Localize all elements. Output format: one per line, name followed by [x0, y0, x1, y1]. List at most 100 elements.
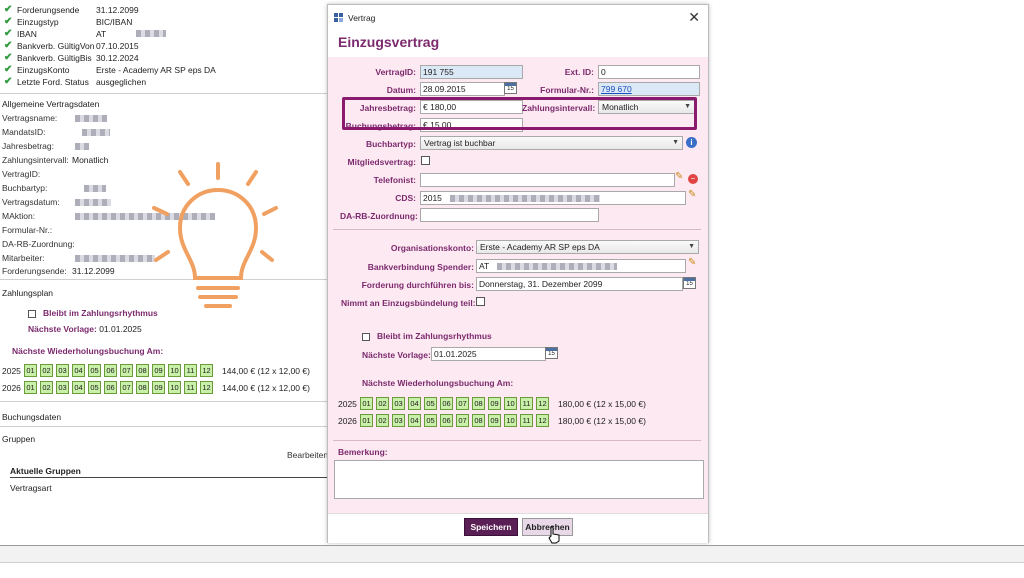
next-template-field[interactable]: 01.01.2025: [431, 347, 546, 361]
divider: [10, 477, 330, 478]
orgkonto-select[interactable]: Erste - Academy AR SP eps DA ▼: [476, 240, 699, 254]
dlg-plan-month-cell[interactable]: 12: [536, 414, 549, 427]
save-button[interactable]: Speichern: [464, 518, 518, 536]
keep-rhythm-checkbox[interactable]: [28, 309, 36, 318]
plan-month-cell[interactable]: 09: [152, 381, 165, 394]
plan-month-cell[interactable]: 04: [72, 381, 85, 394]
dlg-plan-month-cell[interactable]: 03: [392, 414, 405, 427]
dlg-plan-month-cell[interactable]: 07: [456, 397, 469, 410]
plan-month-cell[interactable]: 05: [88, 381, 101, 394]
dlg-plan-year: 2025: [338, 398, 357, 409]
divider: [0, 426, 330, 427]
plan-month-cell[interactable]: 09: [152, 364, 165, 377]
dlg-plan-month-cell[interactable]: 07: [456, 414, 469, 427]
info-icon[interactable]: i: [686, 137, 697, 148]
plan-month-cell[interactable]: 01: [24, 364, 37, 377]
orgkonto-label: Organisationskonto:: [390, 243, 474, 253]
dlg-plan-month-cell[interactable]: 04: [408, 397, 421, 410]
dlg-plan-month-cell[interactable]: 01: [360, 397, 373, 410]
dlg-plan-month-cell[interactable]: 12: [536, 397, 549, 410]
buendelung-label: Nimmt an Einzugsbündelung teil:: [341, 298, 476, 308]
plan-month-cell[interactable]: 08: [136, 381, 149, 394]
cds-field[interactable]: 2015: [420, 191, 686, 205]
dlg-plan-month-cell[interactable]: 02: [376, 414, 389, 427]
buendelung-checkbox[interactable]: [476, 297, 485, 306]
dlg-plan-month-cell[interactable]: 03: [392, 397, 405, 410]
redacted-value: [75, 199, 111, 207]
dlg-plan-month-cell[interactable]: 06: [440, 397, 453, 410]
redacted-value: [75, 143, 89, 151]
dlg-plan-month-cell[interactable]: 04: [408, 414, 421, 427]
forderung-field[interactable]: Donnerstag, 31. Dezember 2099: [476, 277, 683, 291]
plan-month-cell[interactable]: 06: [104, 381, 117, 394]
buchbartyp-label: Buchbartyp:: [365, 139, 416, 149]
dlg-plan-month-cell[interactable]: 08: [472, 397, 485, 410]
plan-month-cell[interactable]: 07: [120, 381, 133, 394]
pencil-icon[interactable]: ✎: [688, 189, 696, 200]
plan-month-cell[interactable]: 12: [200, 364, 213, 377]
remark-textarea[interactable]: [334, 460, 704, 499]
plan-month-cell[interactable]: 02: [40, 381, 53, 394]
remove-icon[interactable]: −: [688, 174, 698, 184]
plan-month-cell[interactable]: 08: [136, 364, 149, 377]
dlg-plan-month-cell[interactable]: 09: [488, 397, 501, 410]
contract-type-label: Vertragsart: [10, 483, 52, 493]
vertragid-field[interactable]: 191 755: [420, 65, 523, 79]
mitglied-checkbox[interactable]: [421, 156, 430, 165]
plan-row: 2025 01 02 03 04 05 06 07 08 09 10 11 12 144,00 € (12…: [2, 364, 310, 377]
redacted-value: [84, 185, 106, 193]
dlg-plan-month-cell[interactable]: 10: [504, 397, 517, 410]
keep-rhythm-checkbox[interactable]: [362, 332, 370, 341]
dlg-plan-month-cell[interactable]: 05: [424, 414, 437, 427]
plan-month-cell[interactable]: 06: [104, 364, 117, 377]
dlg-plan-total: 180,00 € (12 x 15,00 €): [558, 415, 646, 426]
plan-month-cell[interactable]: 01: [24, 381, 37, 394]
bank-field[interactable]: AT: [476, 259, 686, 273]
dlg-plan-month-cell[interactable]: 06: [440, 414, 453, 427]
datum-field[interactable]: 28.09.2015: [420, 82, 505, 96]
edit-groups-link[interactable]: Bearbeiten: [287, 450, 328, 460]
forderung-label: Forderung durchführen bis:: [361, 280, 474, 290]
plan-month-cell[interactable]: 10: [168, 381, 181, 394]
extid-label: Ext. ID:: [564, 67, 594, 77]
dlg-plan-month-cell[interactable]: 01: [360, 414, 373, 427]
plan-month-cell[interactable]: 07: [120, 364, 133, 377]
darb-label: DA-RB-Zuordnung:: [340, 211, 418, 221]
dialog-titlebar: Vertrag ✕: [328, 5, 708, 29]
pencil-icon[interactable]: ✎: [688, 257, 696, 268]
buchbartyp-select[interactable]: Vertrag ist buchbar ▼: [420, 136, 683, 150]
telefonist-label: Telefonist:: [373, 175, 416, 185]
plan-month-cell[interactable]: 03: [56, 381, 69, 394]
formular-link[interactable]: 799 670: [598, 82, 700, 96]
calendar-icon[interactable]: 15: [504, 82, 517, 94]
close-icon[interactable]: ✕: [688, 9, 700, 26]
calendar-icon[interactable]: 15: [545, 347, 558, 359]
plan-month-cell[interactable]: 11: [184, 381, 197, 394]
dlg-plan-month-cell[interactable]: 09: [488, 414, 501, 427]
plan-month-cell[interactable]: 04: [72, 364, 85, 377]
extid-field[interactable]: 0: [598, 65, 700, 79]
plan-month-cell[interactable]: 05: [88, 364, 101, 377]
dlg-plan-month-cell[interactable]: 05: [424, 397, 437, 410]
dialog-title: Vertrag: [348, 13, 376, 23]
status-row: ✔ Einzugstyp BIC/IBAN: [4, 16, 133, 27]
darb-field[interactable]: [420, 208, 599, 222]
dlg-keep-rhythm-row[interactable]: Bleibt im Zahlungsrhythmus: [362, 331, 492, 341]
next-recurring-label: Nächste Wiederholungsbuchung Am:: [12, 346, 164, 356]
dlg-plan-month-cell[interactable]: 10: [504, 414, 517, 427]
plan-month-cell[interactable]: 12: [200, 381, 213, 394]
calendar-icon[interactable]: 15: [683, 277, 696, 289]
plan-month-cell[interactable]: 03: [56, 364, 69, 377]
dlg-plan-month-cell[interactable]: 11: [520, 414, 533, 427]
keep-rhythm-row[interactable]: Bleibt im Zahlungsrhythmus: [28, 308, 158, 318]
telefonist-field[interactable]: [420, 173, 675, 187]
pencil-icon[interactable]: ✎: [675, 171, 683, 182]
plan-month-cell[interactable]: 02: [40, 364, 53, 377]
dlg-plan-month-cell[interactable]: 11: [520, 397, 533, 410]
dlg-plan-month-cell[interactable]: 08: [472, 414, 485, 427]
section-title-plan: Zahlungsplan: [2, 288, 54, 298]
dlg-plan-month-cell[interactable]: 02: [376, 397, 389, 410]
plan-month-cell[interactable]: 11: [184, 364, 197, 377]
plan-month-cell[interactable]: 10: [168, 364, 181, 377]
redacted-value: [136, 30, 167, 37]
